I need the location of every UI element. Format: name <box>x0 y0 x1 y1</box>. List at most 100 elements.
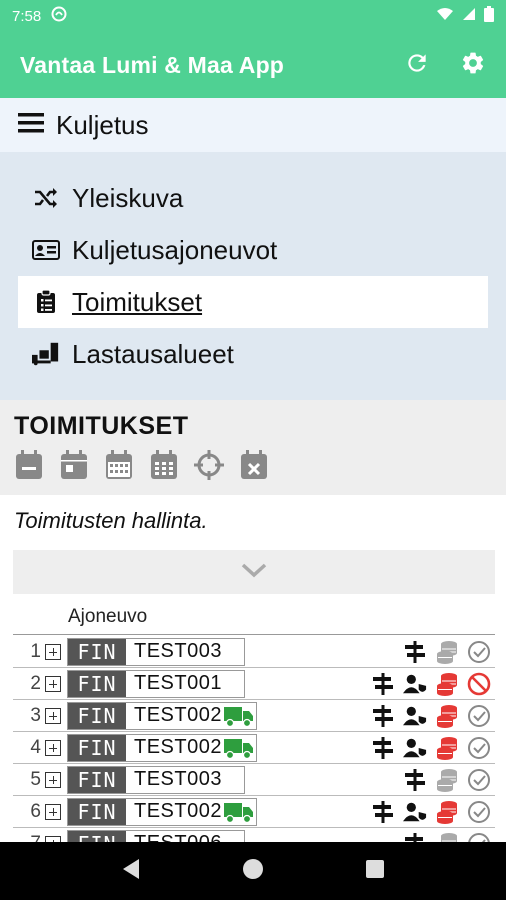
check-circle-icon[interactable] <box>467 736 491 760</box>
row-status-icons <box>403 636 491 668</box>
section-title: Kuljetus <box>56 109 149 140</box>
refresh-icon[interactable] <box>404 50 430 81</box>
truck-icon <box>223 734 256 761</box>
coins-icon[interactable] <box>435 704 459 728</box>
table-row[interactable]: 2 FIN TEST001 <box>13 668 495 700</box>
table-row[interactable]: 1 FIN TEST003 <box>13 636 495 668</box>
coins-icon[interactable] <box>435 640 459 664</box>
user-shield-icon[interactable] <box>403 672 427 696</box>
license-plate: FIN TEST002 <box>67 733 257 762</box>
calendar-minus-icon[interactable] <box>14 449 44 481</box>
id-card-icon <box>32 240 60 260</box>
crosshair-icon[interactable] <box>194 449 224 481</box>
plate-country: FIN <box>68 734 126 761</box>
clipboard-icon <box>32 290 60 314</box>
header-divider <box>13 634 495 635</box>
expand-row-icon[interactable] <box>45 707 61 724</box>
home-icon[interactable] <box>242 858 264 885</box>
plate-country: FIN <box>68 702 126 729</box>
coins-icon[interactable] <box>435 736 459 760</box>
blocked-icon[interactable] <box>467 672 491 696</box>
row-status-icons <box>403 764 491 796</box>
expand-row-icon[interactable] <box>45 803 61 820</box>
back-icon[interactable] <box>121 858 141 885</box>
chevron-down-icon[interactable] <box>241 562 267 583</box>
plate-number: TEST001 <box>126 670 244 697</box>
app-bar: Vantaa Lumi & Maa App <box>0 32 506 98</box>
signpost-icon[interactable] <box>403 768 427 792</box>
coins-icon[interactable] <box>435 672 459 696</box>
calendar-month-icon[interactable] <box>149 449 179 481</box>
license-plate: FIN TEST003 <box>67 765 245 794</box>
gear-icon[interactable] <box>460 50 486 81</box>
nav-menu: Yleiskuva Kuljetusajoneuvot Toimitukset … <box>0 152 506 400</box>
page-title: TOIMITUKSET <box>14 412 189 440</box>
status-bar: 7:58 <box>0 0 506 32</box>
plate-country: FIN <box>68 798 126 825</box>
check-circle-icon[interactable] <box>467 768 491 792</box>
signpost-icon[interactable] <box>403 640 427 664</box>
hamburger-icon[interactable] <box>18 110 44 141</box>
plate-country: FIN <box>68 670 126 697</box>
plate-country: FIN <box>68 638 126 665</box>
table-row[interactable]: 4 FIN TEST002 <box>13 732 495 764</box>
recents-icon[interactable] <box>365 859 385 884</box>
row-number: 4 <box>30 736 41 758</box>
signpost-icon[interactable] <box>371 736 395 760</box>
calendar-day-icon[interactable] <box>59 449 89 481</box>
truck-icon <box>223 702 256 729</box>
expand-row-icon[interactable] <box>45 675 61 692</box>
menu-item-kuljetusajoneuvot[interactable]: Kuljetusajoneuvot <box>18 224 488 276</box>
coins-icon[interactable] <box>435 768 459 792</box>
signpost-icon[interactable] <box>371 704 395 728</box>
table-row[interactable]: 5 FIN TEST003 <box>13 764 495 796</box>
row-status-icons <box>371 796 491 828</box>
calendar-times-icon[interactable] <box>239 449 269 481</box>
menu-item-label: Lastausalueet <box>72 338 234 369</box>
section-header[interactable]: Kuljetus <box>0 98 506 152</box>
license-plate: FIN TEST003 <box>67 637 245 666</box>
wifi-icon <box>436 7 454 25</box>
app-title: Vantaa Lumi & Maa App <box>20 51 285 78</box>
status-time: 7:58 <box>12 7 42 25</box>
plate-number: TEST003 <box>126 638 244 665</box>
expand-row-icon[interactable] <box>45 739 61 756</box>
expand-row-icon[interactable] <box>45 643 61 660</box>
check-circle-icon[interactable] <box>467 704 491 728</box>
menu-item-lastausalueet[interactable]: Lastausalueet <box>18 328 488 380</box>
menu-item-label: Kuljetusajoneuvot <box>72 234 278 265</box>
expand-filters-bar[interactable] <box>13 550 495 594</box>
signpost-icon[interactable] <box>371 800 395 824</box>
page-header: TOIMITUKSET <box>0 400 506 495</box>
coins-icon[interactable] <box>435 800 459 824</box>
menu-item-label: Yleiskuva <box>72 182 184 213</box>
table-row[interactable]: 6 FIN TEST002 <box>13 796 495 828</box>
shuffle-icon <box>32 187 60 209</box>
user-shield-icon[interactable] <box>403 704 427 728</box>
license-plate: FIN TEST002 <box>67 701 257 730</box>
loading-dock-icon <box>32 342 60 366</box>
user-shield-icon[interactable] <box>403 736 427 760</box>
license-plate: FIN TEST001 <box>67 669 245 698</box>
row-number: 6 <box>30 800 41 822</box>
check-circle-icon[interactable] <box>467 800 491 824</box>
row-number: 1 <box>30 640 41 662</box>
plate-number: TEST002 <box>126 702 224 729</box>
menu-item-yleiskuva[interactable]: Yleiskuva <box>18 172 488 224</box>
table-row[interactable]: 3 FIN TEST002 <box>13 700 495 732</box>
battery-icon <box>484 6 494 26</box>
filter-toolbar <box>14 449 492 481</box>
menu-item-toimitukset[interactable]: Toimitukset <box>18 276 488 328</box>
row-number: 3 <box>30 704 41 726</box>
check-circle-icon[interactable] <box>467 640 491 664</box>
user-shield-icon[interactable] <box>403 800 427 824</box>
menu-item-label: Toimitukset <box>72 286 203 317</box>
expand-row-icon[interactable] <box>45 771 61 788</box>
row-status-icons <box>371 700 491 732</box>
plate-number: TEST002 <box>126 734 224 761</box>
system-nav-bar <box>0 842 506 900</box>
page-subtitle: Toimitusten hallinta. <box>14 508 208 533</box>
calendar-week-icon[interactable] <box>104 449 134 481</box>
plate-number: TEST003 <box>126 766 244 793</box>
signpost-icon[interactable] <box>371 672 395 696</box>
